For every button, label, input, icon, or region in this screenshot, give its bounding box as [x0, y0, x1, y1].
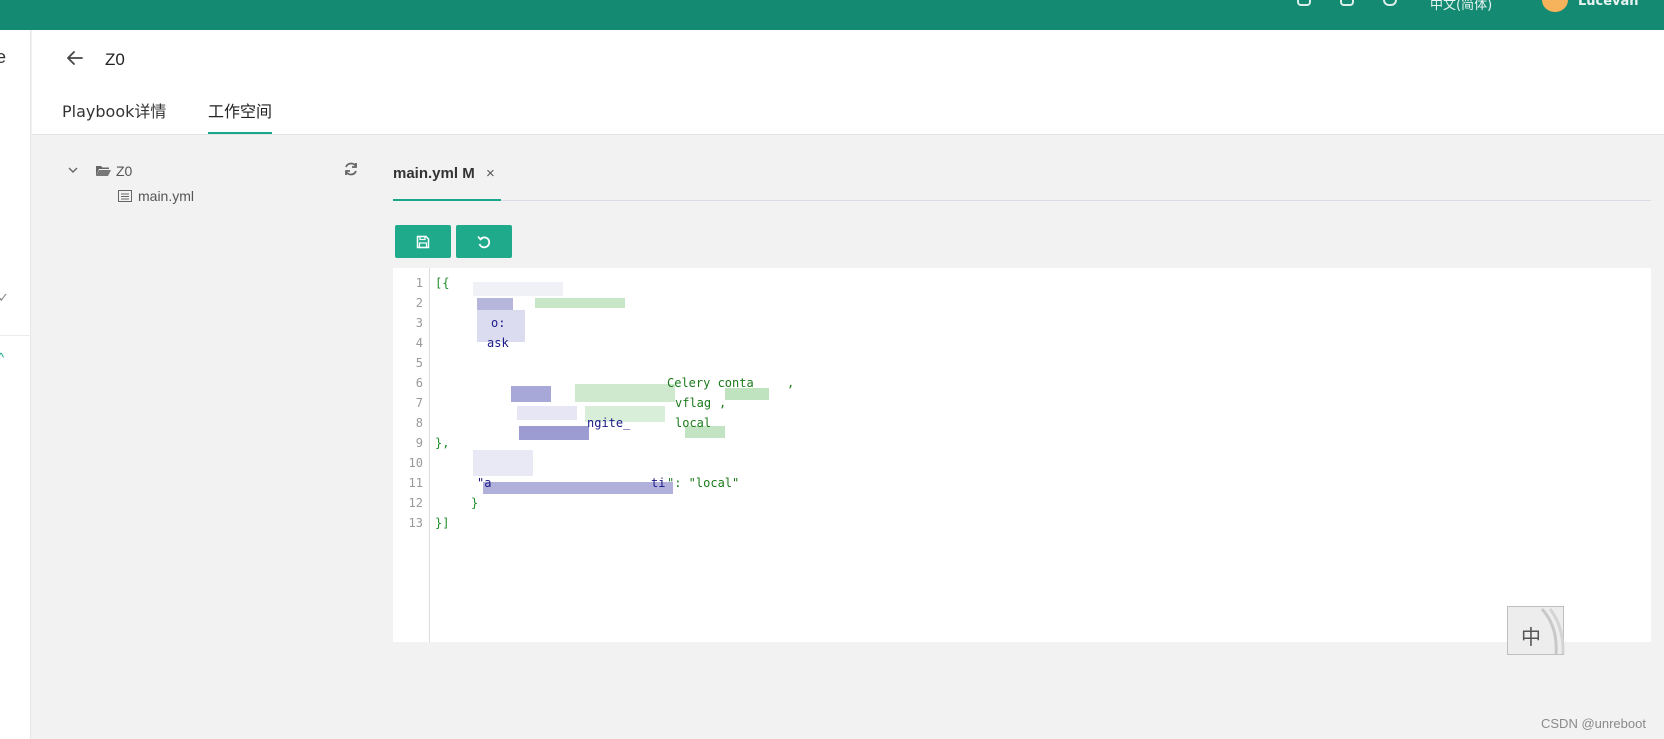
code-line-7-end: , [719, 396, 727, 410]
code-line-11c: ": "local" [667, 476, 740, 490]
code-line-1: [{ [435, 276, 450, 290]
close-icon[interactable]: × [486, 165, 495, 182]
avatar[interactable] [1542, 0, 1568, 12]
page-title: Z0 [105, 50, 125, 69]
line-number: 2 [415, 296, 423, 310]
undo-button[interactable] [456, 225, 512, 258]
line-number: 7 [415, 396, 423, 410]
redacted-block [477, 298, 513, 310]
line-number: 12 [408, 496, 423, 510]
redacted-block [473, 282, 563, 296]
tab-playbook-details[interactable]: Playbook详情 [62, 98, 166, 132]
refresh-icon[interactable] [343, 161, 359, 177]
nav-divider [0, 335, 31, 336]
redacted-block [473, 450, 533, 476]
redacted-block [517, 406, 577, 420]
chevron-up-icon[interactable]: ^ [0, 350, 4, 365]
folder-open-icon [96, 166, 111, 176]
line-number: 11 [408, 476, 423, 490]
watermark: CSDN @unreboot [1541, 716, 1646, 731]
code-line-8a: ngite_ [587, 416, 631, 430]
line-number: 1 [415, 276, 423, 290]
code-editor[interactable]: 1 2 3 4 5 6 7 8 9 10 11 12 13 [{ o: ask … [393, 268, 1651, 642]
code-line-11b: ti [651, 476, 666, 490]
side-nav: e ✓ ^ [0, 30, 31, 739]
tree-folder-z0[interactable]: Z0 [116, 163, 132, 179]
save-button[interactable] [395, 225, 451, 258]
language-switch[interactable]: 中文(简体) [1430, 0, 1492, 13]
line-number: 10 [408, 456, 423, 470]
line-number: 5 [415, 356, 423, 370]
line-number: 6 [415, 376, 423, 390]
line-number: 8 [415, 416, 423, 430]
ime-indicator[interactable]: 中 [1507, 606, 1565, 655]
active-tab-indicator [393, 199, 501, 201]
code-line-7: vflag [675, 396, 712, 410]
tab-workspace[interactable]: 工作空间 [208, 98, 273, 134]
nav-item-partial[interactable]: e [0, 47, 6, 68]
code-line-8b: local [675, 416, 712, 430]
editor-tab-main-yml[interactable]: main.yml M [393, 165, 475, 182]
bell-icon[interactable] [1297, 0, 1311, 6]
line-number: 9 [415, 436, 423, 450]
top-bar: 中文(简体) Lucevan [0, 0, 1664, 30]
redacted-block [575, 384, 675, 402]
code-line-9: }, [435, 436, 450, 450]
redacted-block [483, 482, 673, 494]
redacted-block [511, 386, 551, 402]
back-arrow-icon[interactable] [64, 47, 86, 69]
redacted-block [519, 426, 589, 440]
help-icon[interactable] [1383, 0, 1397, 6]
message-icon[interactable] [1340, 0, 1354, 6]
code-line-4: ask [487, 336, 509, 350]
code-line-11a: "a [477, 476, 492, 490]
chevron-down-icon[interactable] [67, 164, 79, 176]
tree-file-main-yml[interactable]: main.yml [138, 188, 194, 204]
redacted-block [535, 298, 625, 308]
editor-tab-bar-line [393, 200, 1651, 201]
line-number: 13 [408, 516, 423, 530]
save-icon [416, 235, 430, 248]
code-line-6: Celery conta [667, 376, 754, 390]
line-number: 4 [415, 336, 423, 350]
file-icon [118, 190, 132, 202]
code-line-6-end: , [787, 376, 795, 390]
line-number-gutter: 1 2 3 4 5 6 7 8 9 10 11 12 13 [393, 268, 430, 642]
code-area[interactable]: [{ o: ask Celery conta , vflag , ngite_ … [435, 268, 1635, 642]
username[interactable]: Lucevan [1578, 0, 1639, 9]
code-line-12: } [471, 496, 479, 510]
code-line-3: o: [491, 316, 506, 330]
code-line-13: }] [435, 516, 450, 530]
line-number: 3 [415, 316, 423, 330]
page-header: Z0 Playbook详情 工作空间 [32, 30, 1664, 135]
undo-icon [477, 235, 491, 248]
ime-decoration-icon [1540, 608, 1565, 655]
chevron-down-icon[interactable]: ✓ [0, 290, 9, 306]
